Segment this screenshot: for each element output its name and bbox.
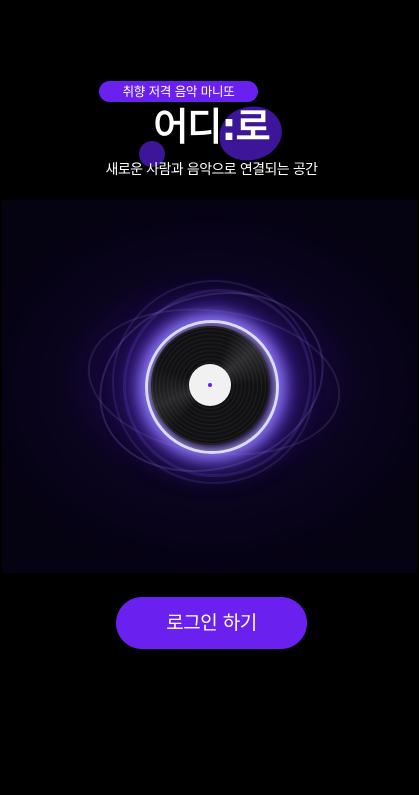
vinyl-record-icon: [151, 326, 270, 445]
splash-screen: 취향 저격 음악 마니또 어디:로 새로운 사람과 음악으로 연결되는 공간 로…: [2, 0, 417, 793]
login-button[interactable]: 로그인 하기: [116, 597, 307, 649]
hero-visual: [2, 200, 417, 573]
vinyl-center-hole: [208, 383, 212, 387]
vinyl-label: [189, 364, 231, 406]
app-title: 어디:로: [153, 105, 270, 149]
app-subtitle: 새로운 사람과 음악으로 연결되는 공간: [105, 162, 318, 178]
tagline-badge: 취향 저격 음악 마니또: [99, 81, 258, 102]
